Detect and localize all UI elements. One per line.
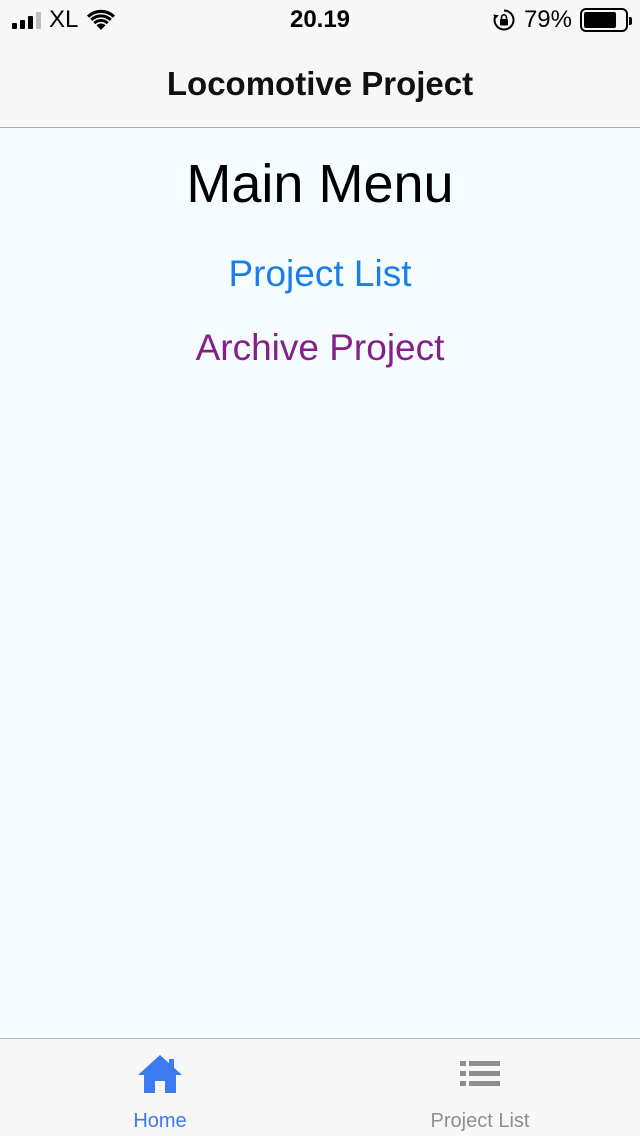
tab-project-list[interactable]: Project List — [320, 1039, 640, 1136]
archive-project-link[interactable]: Archive Project — [0, 326, 640, 370]
nav-title: Locomotive Project — [166, 65, 474, 102]
status-bar: XL 20.19 79% — [0, 0, 640, 40]
battery-icon — [580, 8, 632, 32]
status-right: 79% — [492, 6, 632, 33]
main-content: Main Menu Project List Archive Project — [0, 128, 640, 1038]
home-icon — [138, 1055, 182, 1093]
navigation-bar: Locomotive Project — [0, 40, 640, 128]
tab-bar: Home Project List — [0, 1038, 640, 1136]
battery-percent: 79% — [523, 6, 572, 33]
tab-home-label: Home — [133, 1110, 187, 1132]
battery-fill — [584, 12, 616, 28]
project-list-link[interactable]: Project List — [0, 252, 640, 296]
rotation-lock-icon — [493, 9, 515, 31]
tab-project-list-label: Project List — [430, 1110, 530, 1132]
app-screen: XL 20.19 79% Locomotive Project Main Men… — [0, 0, 640, 1136]
tab-home[interactable]: Home — [0, 1039, 320, 1136]
list-icon — [460, 1061, 500, 1086]
page-title: Main Menu — [186, 154, 454, 214]
